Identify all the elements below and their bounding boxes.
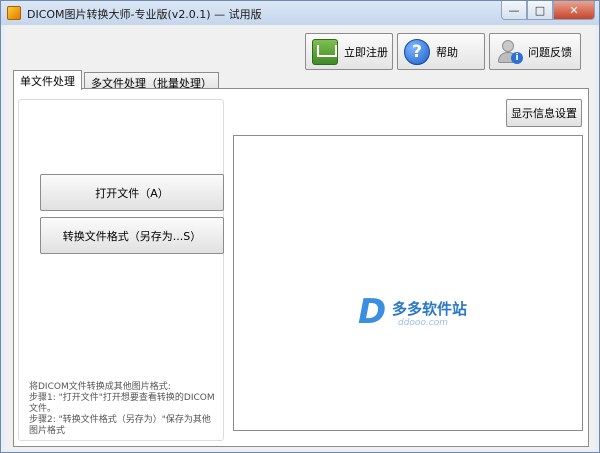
app-window: DICOM图片转换大师-专业版(v2.0.1) — 试用版 — □ ✕ 立即注册…: [0, 0, 600, 453]
minimize-button[interactable]: —: [501, 1, 527, 20]
feedback-label: 问题反馈: [528, 45, 572, 59]
client-area: 立即注册 ? 帮助 i 问题反馈 单文件处理 多文件处理（批量处理） 打开文件（…: [5, 25, 595, 450]
tab-single-file[interactable]: 单文件处理: [13, 70, 82, 90]
watermark-letter: D: [358, 292, 387, 332]
watermark-logo: D 多多软件站 ddooo.com: [358, 294, 498, 338]
open-file-button[interactable]: 打开文件（A）: [40, 174, 224, 211]
instruction-line: 将DICOM文件转换成其他图片格式:: [29, 382, 171, 392]
instructions-text: 将DICOM文件转换成其他图片格式: 步骤1: "打开文件"打开想要查看转换的D…: [29, 382, 219, 437]
maximize-button[interactable]: □: [527, 1, 553, 20]
title-bar[interactable]: DICOM图片转换大师-专业版(v2.0.1) — 试用版 — □ ✕: [1, 1, 599, 25]
help-icon: ?: [404, 38, 430, 65]
window-title: DICOM图片转换大师-专业版(v2.0.1) — 试用版: [27, 8, 262, 21]
help-button[interactable]: ? 帮助: [397, 33, 485, 70]
user-head-shape: [502, 39, 514, 52]
instruction-line: 步骤1: "打开文件"打开想要查看转换的DICOM文件。: [29, 393, 215, 414]
single-file-panel: 打开文件（A） 转换文件格式（另存为...S） 将DICOM文件转换成其他图片格…: [13, 88, 589, 447]
convert-format-button[interactable]: 转换文件格式（另存为...S）: [40, 217, 224, 254]
image-preview-area[interactable]: D 多多软件站 ddooo.com: [233, 135, 583, 431]
register-button[interactable]: 立即注册: [305, 33, 393, 70]
actions-group: 打开文件（A） 转换文件格式（另存为...S） 将DICOM文件转换成其他图片格…: [18, 99, 224, 441]
caption-buttons: — □ ✕: [501, 1, 595, 21]
watermark-name: 多多软件站: [392, 300, 468, 318]
close-button[interactable]: ✕: [553, 1, 595, 20]
watermark-domain: ddooo.com: [398, 318, 449, 328]
register-label: 立即注册: [344, 45, 388, 59]
feedback-button[interactable]: i 问题反馈: [489, 33, 581, 70]
help-label: 帮助: [436, 45, 458, 59]
display-settings-button[interactable]: 显示信息设置: [506, 99, 582, 127]
app-icon: [7, 6, 21, 20]
instruction-line: 步骤2: "转换文件格式（另存为）"保存为其他图片格式: [29, 415, 211, 436]
info-badge-icon: i: [511, 51, 523, 64]
cart-icon: [312, 38, 338, 65]
user-info-icon: i: [496, 39, 523, 65]
